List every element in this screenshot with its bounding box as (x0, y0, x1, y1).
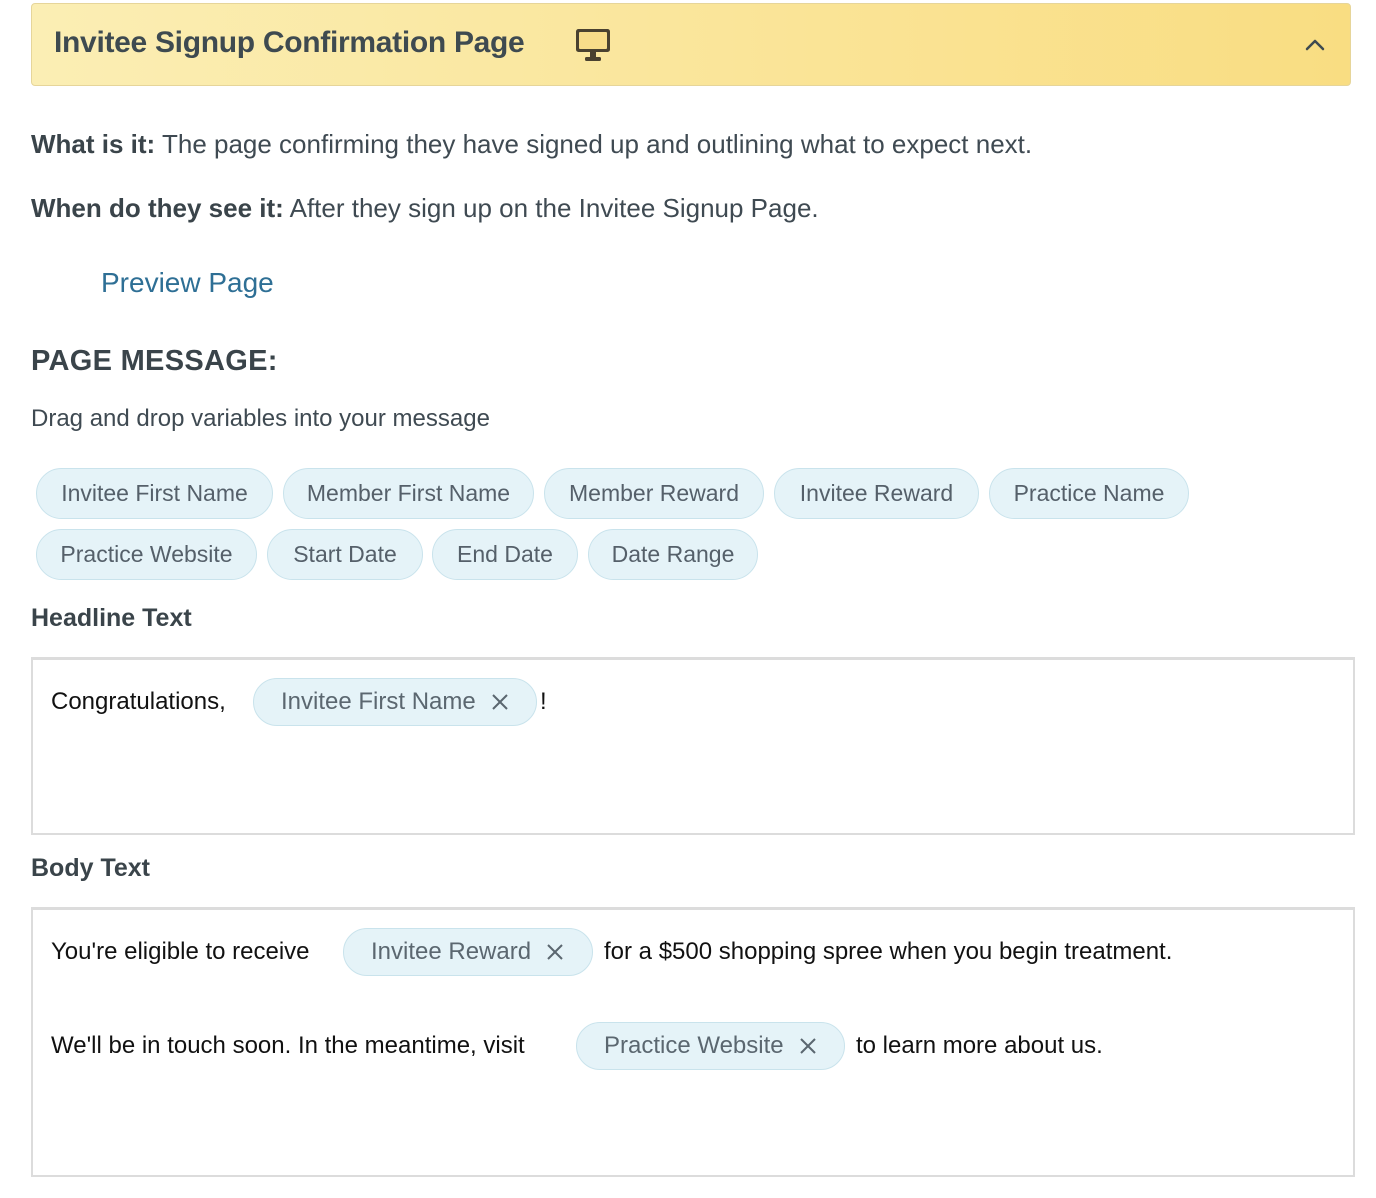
body-website-variable-chip[interactable]: Practice Website (576, 1022, 845, 1070)
accordion-header[interactable]: Invitee Signup Confirmation Page (31, 3, 1351, 86)
page-message-heading: PAGE MESSAGE: (31, 345, 278, 377)
variable-chip-invitee-first-name[interactable]: Invitee First Name (36, 468, 273, 519)
close-icon[interactable] (545, 942, 565, 962)
body-line1-after: for a $500 shopping spree when you begin… (604, 938, 1173, 965)
variable-chip-practice-name[interactable]: Practice Name (989, 468, 1189, 519)
variable-chip-end-date[interactable]: End Date (432, 529, 578, 580)
close-icon[interactable] (798, 1036, 818, 1056)
close-icon[interactable] (490, 692, 510, 712)
variable-chip-date-range[interactable]: Date Range (588, 529, 758, 580)
headline-variable-label: Invitee First Name (281, 688, 476, 715)
body-reward-variable-chip[interactable]: Invitee Reward (343, 928, 593, 976)
body-reward-variable-label: Invitee Reward (371, 938, 532, 965)
headline-text-after: ! (540, 688, 547, 715)
headline-text-editor[interactable]: Congratulations, Invitee First Name ! (31, 657, 1355, 835)
drag-drop-instructions: Drag and drop variables into your messag… (31, 405, 490, 432)
page-title: Invitee Signup Confirmation Page (54, 26, 525, 59)
body-text-label: Body Text (31, 854, 150, 882)
when-seen-label: When do they see it: (31, 193, 284, 223)
body-line2-after: to learn more about us. (856, 1032, 1103, 1059)
preview-page-link[interactable]: Preview Page (101, 267, 274, 299)
monitor-icon (576, 29, 610, 61)
variable-chip-member-reward[interactable]: Member Reward (544, 468, 764, 519)
what-is-it-text: The page confirming they have signed up … (155, 129, 1033, 159)
body-line2-before: We'll be in touch soon. In the meantime,… (51, 1032, 525, 1059)
body-website-variable-label: Practice Website (604, 1032, 784, 1059)
headline-text-before: Congratulations, (51, 688, 226, 715)
what-is-it-line: What is it: The page confirming they hav… (31, 129, 1032, 160)
when-seen-line: When do they see it: After they sign up … (31, 193, 819, 224)
when-seen-text: After they sign up on the Invitee Signup… (283, 193, 819, 223)
headline-variable-chip[interactable]: Invitee First Name (253, 678, 537, 726)
headline-text-label: Headline Text (31, 604, 192, 632)
body-line1-before: You're eligible to receive (51, 938, 310, 965)
what-is-it-label: What is it: (31, 129, 156, 159)
variable-chip-invitee-reward[interactable]: Invitee Reward (774, 468, 979, 519)
body-text-editor[interactable]: You're eligible to receive Invitee Rewar… (31, 907, 1355, 1177)
variable-chip-start-date[interactable]: Start Date (267, 529, 423, 580)
variable-chip-practice-website[interactable]: Practice Website (36, 529, 257, 580)
chevron-up-icon[interactable] (1304, 34, 1326, 56)
variable-chip-member-first-name[interactable]: Member First Name (283, 468, 534, 519)
